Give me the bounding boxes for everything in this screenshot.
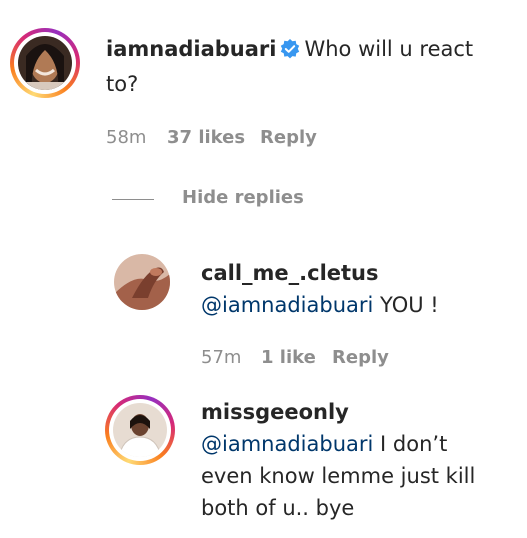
hide-replies-button[interactable]: Hide replies <box>182 187 304 208</box>
comment-time: 58m <box>106 127 147 148</box>
reply-1-reply-button[interactable]: Reply <box>332 347 389 368</box>
avatar-photo <box>113 403 167 457</box>
reply-2-text-line1: @iamnadiabuari I don’t <box>201 432 448 456</box>
hide-replies-divider <box>112 199 154 200</box>
comment-username[interactable]: iamnadiabuari <box>106 37 276 61</box>
reply-2-mention[interactable]: @iamnadiabuari <box>201 432 373 456</box>
comment-body: iamnadiabuari Who will u react <box>106 33 473 65</box>
verified-badge-icon <box>281 39 300 59</box>
avatar-photo <box>18 36 72 90</box>
reply-1-text: @iamnadiabuari YOU ! <box>201 289 439 321</box>
reply-1-mention[interactable]: @iamnadiabuari <box>201 293 373 317</box>
avatar-call-me-cletus[interactable] <box>114 254 170 310</box>
avatar-missgeeonly[interactable] <box>105 395 175 465</box>
reply-1-username: call_me_.cletus <box>201 261 379 285</box>
avatar-photo <box>114 254 170 310</box>
reply-1-likes[interactable]: 1 like <box>261 347 316 368</box>
reply-2-text-line3: both of u.. bye <box>201 496 355 520</box>
comment-text-line1: Who will u react <box>304 37 474 61</box>
comment-reply-button[interactable]: Reply <box>260 127 317 148</box>
reply-1-body: YOU ! <box>373 293 439 317</box>
reply-1-time: 57m <box>201 347 242 368</box>
comment-meta: 58m <box>106 127 146 148</box>
comment-likes[interactable]: 37 likes <box>167 127 245 148</box>
reply-2-username: missgeeonly <box>201 400 349 424</box>
avatar-iamnadiabuari[interactable] <box>10 28 80 98</box>
reply-2-text-line2: even know lemme just kill <box>201 464 476 488</box>
comment-text-line2: to? <box>106 72 139 96</box>
